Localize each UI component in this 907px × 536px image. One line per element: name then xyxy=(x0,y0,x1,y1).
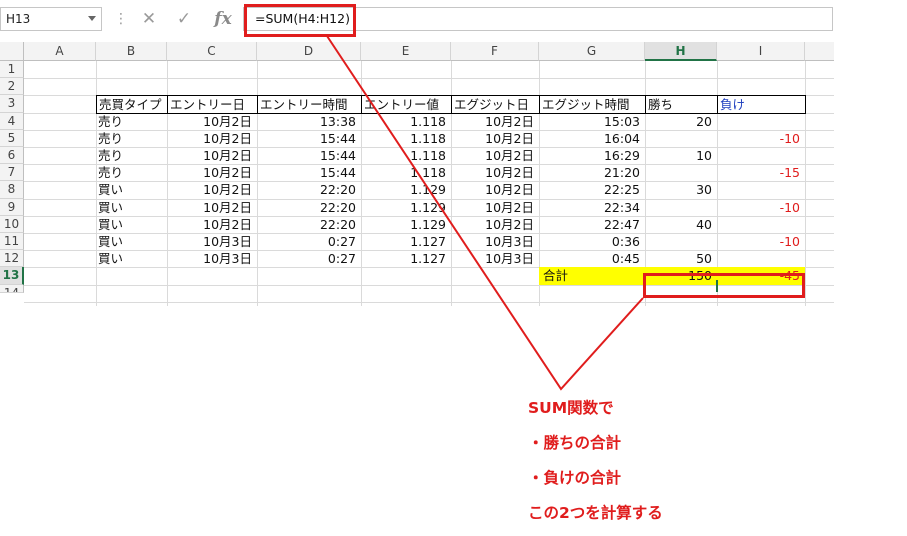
callout-line-3: ・負けの合計 xyxy=(528,469,622,487)
callout-line-1: SUM関数で xyxy=(528,399,614,417)
connector-line xyxy=(326,35,644,391)
callout-line-4: この2つを計算する xyxy=(528,504,663,522)
callout-line-2: ・勝ちの合計 xyxy=(528,434,622,452)
callout-connector xyxy=(326,35,644,391)
